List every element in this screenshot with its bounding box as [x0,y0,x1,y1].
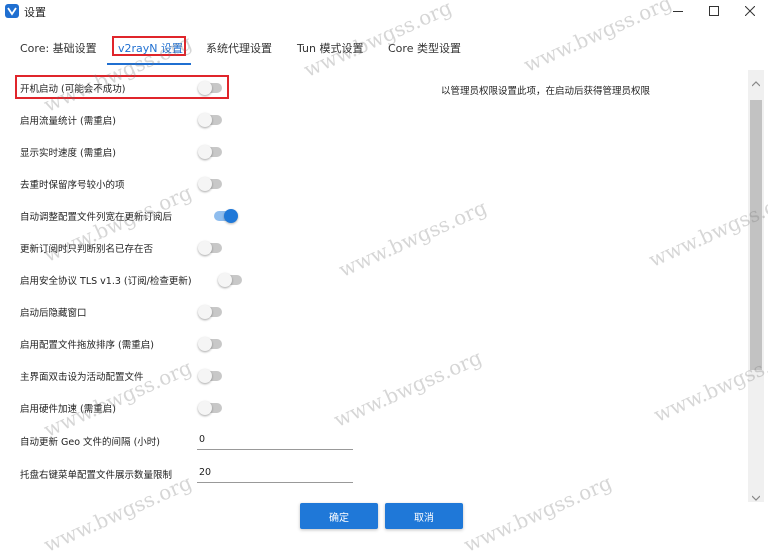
maximize-icon [709,6,719,16]
field-label: 自动更新 Geo 文件的间隔 (小时) [20,437,160,448]
ok-button[interactable]: 确定 [300,503,378,529]
minimize-icon [673,6,683,16]
field-value: 20 [199,467,212,478]
setting-label: 启动后隐藏窗口 [20,308,87,319]
title-bar: 设置 [0,0,768,22]
setting-label: 更新订阅时只判断别名已存在否 [20,244,154,255]
setting-label: 启用流量统计 (需重启) [20,116,116,127]
tab-core-basic[interactable]: Core: 基础设置 [20,40,97,56]
cancel-button[interactable]: 取消 [385,503,463,529]
window-title: 设置 [24,6,46,19]
tab-core-type[interactable]: Core 类型设置 [388,40,461,56]
setting-label: 启用硬件加速 (需重启) [20,404,116,415]
toggle-switch[interactable] [198,177,222,191]
close-button[interactable] [732,0,768,22]
tab-system-proxy[interactable]: 系统代理设置 [206,40,272,56]
highlight-box-tab [112,36,186,56]
toggle-switch[interactable] [198,401,222,415]
setting-label: 启用安全协议 TLS v1.3 (订阅/检查更新) [20,276,192,287]
toggle-switch[interactable] [198,369,222,383]
field-value: 0 [199,434,206,445]
admin-hint-text: 以管理员权限设置此项，在启动后获得管理员权限 [441,86,651,97]
setting-label: 启用配置文件拖放排序 (需重启) [20,340,154,351]
toggle-switch[interactable] [198,145,222,159]
setting-label: 去重时保留序号较小的项 [20,180,125,191]
close-icon [745,6,755,16]
v2rayn-icon [5,4,19,18]
toggle-switch[interactable] [198,337,222,351]
toggle-switch[interactable] [198,241,222,255]
setting-label: 自动调整配置文件列宽在更新订阅后 [20,212,173,223]
tray-limit-input[interactable]: 20 [197,466,353,483]
toggle-switch[interactable] [214,209,238,223]
scrollbar-thumb[interactable] [750,100,762,370]
tab-tun-mode[interactable]: Tun 模式设置 [297,40,364,56]
highlight-box-autostart [15,75,229,99]
scroll-up-arrow-icon[interactable] [751,72,761,91]
vertical-scrollbar[interactable] [748,70,764,502]
toggle-switch[interactable] [218,273,242,287]
field-label: 托盘右键菜单配置文件展示数量限制 [20,470,173,481]
setting-label: 主界面双击设为活动配置文件 [20,372,144,383]
toggle-switch[interactable] [198,113,222,127]
scroll-down-arrow-icon[interactable] [751,486,761,505]
setting-label: 显示实时速度 (需重启) [20,148,116,159]
toggle-switch[interactable] [198,305,222,319]
minimize-button[interactable] [660,0,696,22]
geo-interval-input[interactable]: 0 [197,433,353,450]
maximize-button[interactable] [696,0,732,22]
active-tab-indicator [107,63,191,65]
